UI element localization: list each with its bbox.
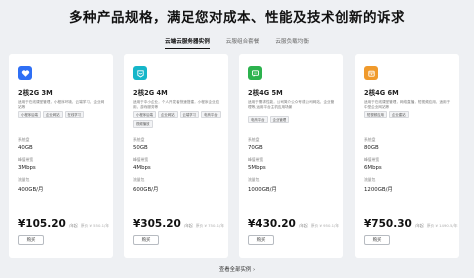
tag: 短视频应用: [364, 111, 387, 119]
spec-label: 流量包: [18, 177, 30, 182]
original-price: 原价 ¥ 550.1/年: [80, 223, 110, 228]
spec-traffic: 流量包 1000GB/月: [248, 177, 277, 193]
tab-load-balance[interactable]: 云服负载均衡: [275, 37, 309, 49]
product-card-2c2g-3m: 2核2G 3M 适用于在线课堂管理，小程序环境，云端学习，企业网站等 小程序后端…: [9, 54, 113, 258]
spec-label: 峰值带宽: [248, 157, 264, 162]
spec-bandwidth: 峰值带宽 6Mbps: [364, 157, 382, 171]
tag: 云端学习: [179, 111, 200, 119]
spec-value: 6Mbps: [364, 165, 382, 171]
spec-value: 1200GB/月: [364, 187, 393, 193]
product-card-2c4g-6m: 2核4G 6M 适用于在线课堂管理，网络直播，短视频应用，适用于中型企业网站等 …: [355, 54, 459, 258]
chat-icon: [248, 66, 262, 80]
spec-label: 系统盘: [18, 137, 30, 142]
tag: 企业管理: [269, 116, 290, 124]
price-unit: /年起: [414, 223, 424, 228]
spec-traffic: 流量包 1200GB/月: [364, 177, 393, 193]
tag: 电商平台: [201, 111, 221, 119]
spec-label: 流量包: [248, 177, 260, 182]
price-unit: /年起: [68, 223, 78, 228]
smile-icon: [133, 66, 147, 80]
spec-bandwidth: 峰值带宽 3Mbps: [18, 157, 36, 171]
tag-list: 电商平台 企业管理: [248, 116, 338, 124]
box-icon: [364, 66, 378, 80]
price: ¥750.30: [364, 218, 412, 230]
tag-list: 小程序后端 企业网站 云端学习 电商平台 视频播放: [133, 111, 223, 128]
spec-value: 5Mbps: [248, 165, 266, 171]
spec-value: 40GB: [18, 145, 33, 151]
tag-list: 短视频应用 企业建站: [364, 111, 454, 119]
spec-traffic: 流量包 600GB/月: [133, 177, 158, 193]
product-name: 2核2G 4M: [133, 89, 168, 97]
tag: 在线学习: [64, 111, 85, 119]
tag-list: 小程序后端 企业网站 在线学习: [18, 111, 108, 119]
price-unit: /年起: [183, 223, 193, 228]
spec-bandwidth: 峰值带宽 5Mbps: [248, 157, 266, 171]
spec-storage: 系统盘 50GB: [133, 137, 148, 151]
spec-value: 600GB/月: [133, 187, 159, 193]
spec-value: 4Mbps: [133, 165, 151, 171]
price: ¥305.20: [133, 218, 181, 230]
product-name: 2核4G 5M: [248, 89, 283, 97]
spec-label: 系统盘: [133, 137, 145, 142]
original-price: 原价 ¥ 750.1/年: [195, 223, 225, 228]
spec-storage: 系统盘 40GB: [18, 137, 33, 151]
price: ¥105.20: [18, 218, 66, 230]
product-description: 适用于需求性能，公司简介公众号或公司网站，企业管理等,运用平台主机应用场景: [248, 100, 335, 110]
buy-button[interactable]: 购买: [133, 235, 159, 245]
spec-label: 峰值带宽: [364, 157, 380, 162]
spec-traffic: 流量包 400GB/月: [18, 177, 43, 193]
spec-storage: 系统盘 80GB: [364, 137, 379, 151]
price-row: ¥430.20 /年起 原价 ¥ 950.1/年: [248, 218, 339, 230]
tag: 企业网站: [42, 111, 63, 119]
product-tabs: 云端云服务器实例 云服组合套餐 云服负载均衡: [0, 37, 474, 49]
buy-button[interactable]: 购买: [18, 235, 44, 245]
spec-bandwidth: 峰值带宽 4Mbps: [133, 157, 151, 171]
spec-label: 峰值带宽: [133, 157, 149, 162]
price-row: ¥105.20 /年起 原价 ¥ 550.1/年: [18, 218, 109, 230]
product-name: 2核2G 3M: [18, 89, 53, 97]
price-row: ¥305.20 /年起 原价 ¥ 750.1/年: [133, 218, 224, 230]
page-title: 多种产品规格，满足您对成本、性能及技术创新的诉求: [69, 10, 405, 26]
spec-value: 1000GB/月: [248, 187, 277, 193]
product-description: 适用于在线课堂管理，小程序环境，云端学习，企业网站等: [18, 100, 105, 110]
spec-label: 流量包: [133, 177, 145, 182]
spec-value: 400GB/月: [18, 187, 44, 193]
spec-label: 系统盘: [364, 137, 376, 142]
spec-label: 系统盘: [248, 137, 260, 142]
spec-label: 流量包: [364, 177, 376, 182]
spec-label: 峰值带宽: [18, 157, 34, 162]
tag: 视频播放: [133, 120, 153, 128]
price-row: ¥750.30 /年起 原价 ¥ 1490.5/年: [364, 218, 458, 230]
spec-value: 80GB: [364, 145, 379, 151]
spec-storage: 系统盘 70GB: [248, 137, 263, 151]
buy-button[interactable]: 购买: [248, 235, 274, 245]
tag: 企业网站: [157, 111, 178, 119]
product-description: 适用于中小企业，个人开发者快速搭建，小程序企业应用，游戏服务等: [133, 100, 220, 110]
product-description: 适用于在线课堂管理，网络直播，短视频应用，适用于中型企业网站等: [364, 100, 451, 110]
spec-value: 3Mbps: [18, 165, 36, 171]
original-price: 原价 ¥ 1490.5/年: [426, 223, 458, 228]
price-unit: /年起: [298, 223, 308, 228]
product-card-2c4g-5m: 2核4G 5M 适用于需求性能，公司简介公众号或公司网站，企业管理等,运用平台主…: [239, 54, 343, 258]
tag: 小程序后端: [18, 111, 41, 119]
tag: 小程序后端: [133, 111, 156, 119]
product-name: 2核4G 6M: [364, 89, 399, 97]
spec-value: 50GB: [133, 145, 148, 151]
spec-value: 70GB: [248, 145, 263, 151]
tag: 企业建站: [388, 111, 409, 119]
price: ¥430.20: [248, 218, 296, 230]
tag: 电商平台: [248, 116, 268, 124]
buy-button[interactable]: 购买: [364, 235, 390, 245]
original-price: 原价 ¥ 950.1/年: [310, 223, 340, 228]
tab-bundle[interactable]: 云服组合套餐: [226, 37, 260, 49]
heart-icon: [18, 66, 32, 80]
tab-cloud-server[interactable]: 云端云服务器实例: [165, 37, 210, 49]
product-card-2c2g-4m: 2核2G 4M 适用于中小企业，个人开发者快速搭建，小程序企业应用，游戏服务等 …: [124, 54, 228, 258]
view-all-link[interactable]: 查看全部实例 ›: [0, 265, 474, 273]
